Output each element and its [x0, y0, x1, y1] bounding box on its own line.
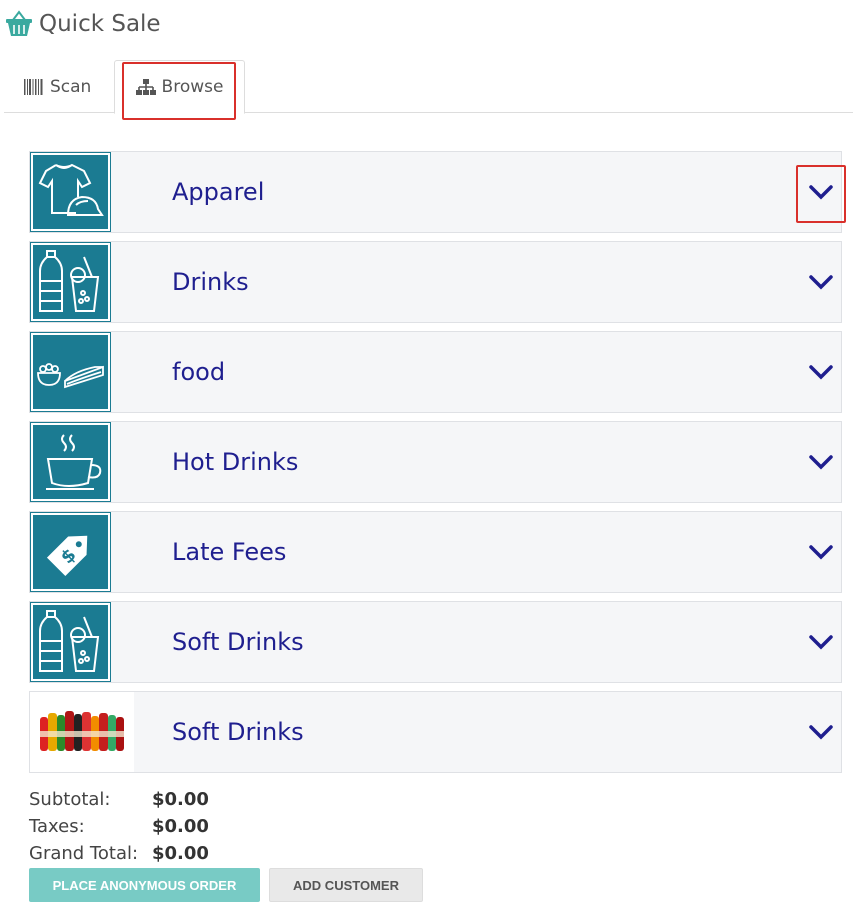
- sitemap-icon: [135, 78, 156, 96]
- bottle-glass-icon: [30, 242, 111, 322]
- subtotal-value: $0.00: [152, 789, 209, 810]
- category-label: Late Fees: [172, 538, 287, 566]
- category-row-hot-drinks[interactable]: Hot Drinks: [29, 421, 842, 503]
- category-label: Drinks: [172, 268, 249, 296]
- category-row-drinks[interactable]: Drinks: [29, 241, 842, 323]
- chevron-down-icon[interactable]: [807, 358, 835, 386]
- category-label: Soft Drinks: [172, 718, 304, 746]
- grand-total-row: Grand Total: $0.00: [29, 840, 209, 867]
- category-label: Soft Drinks: [172, 628, 304, 656]
- category-row-soft-drinks[interactable]: Soft Drinks: [29, 601, 842, 683]
- page-title: Quick Sale: [39, 11, 161, 37]
- category-row-food[interactable]: food: [29, 331, 842, 413]
- chevron-down-icon[interactable]: [807, 538, 835, 566]
- place-anonymous-order-button[interactable]: PLACE ANONYMOUS ORDER: [29, 868, 260, 902]
- basket-icon: [4, 9, 34, 39]
- grand-total-label: Grand Total:: [29, 843, 139, 864]
- price-tag-icon: $: [30, 512, 111, 592]
- subtotal-label: Subtotal:: [29, 789, 111, 810]
- category-label: Apparel: [172, 178, 265, 206]
- tab-scan-label: Scan: [50, 76, 92, 97]
- order-totals: Subtotal: $0.00 Taxes: $0.00 Grand Total…: [29, 786, 209, 867]
- soda-bottles-photo: [30, 692, 134, 772]
- category-label: food: [172, 358, 226, 386]
- chevron-down-icon[interactable]: [807, 628, 835, 656]
- category-row-late-fees[interactable]: $ Late Fees: [29, 511, 842, 593]
- barcode-icon: [24, 78, 44, 95]
- tab-browse[interactable]: Browse: [114, 60, 245, 114]
- page-header: Quick Sale: [4, 8, 161, 40]
- coffee-cup-icon: [30, 422, 111, 502]
- chevron-down-icon[interactable]: [807, 178, 835, 206]
- tab-scan[interactable]: Scan: [24, 60, 91, 113]
- tshirt-cap-icon: [30, 152, 111, 232]
- taxes-row: Taxes: $0.00: [29, 813, 209, 840]
- grand-total-value: $0.00: [152, 843, 209, 864]
- subtotal-row: Subtotal: $0.00: [29, 786, 209, 813]
- add-customer-button[interactable]: ADD CUSTOMER: [269, 868, 423, 902]
- taxes-label: Taxes:: [29, 816, 85, 837]
- category-label: Hot Drinks: [172, 448, 299, 476]
- tab-browse-label: Browse: [161, 77, 224, 97]
- chevron-down-icon[interactable]: [807, 268, 835, 296]
- tab-bar: Scan Browse: [4, 60, 853, 114]
- category-row-soft-drinks-photo[interactable]: Soft Drinks: [29, 691, 842, 773]
- bottle-glass-icon: [30, 602, 111, 682]
- chevron-down-icon[interactable]: [807, 718, 835, 746]
- salad-sandwich-icon: [30, 332, 111, 412]
- taxes-value: $0.00: [152, 816, 209, 837]
- chevron-down-icon[interactable]: [807, 448, 835, 476]
- category-row-apparel[interactable]: Apparel: [29, 151, 842, 233]
